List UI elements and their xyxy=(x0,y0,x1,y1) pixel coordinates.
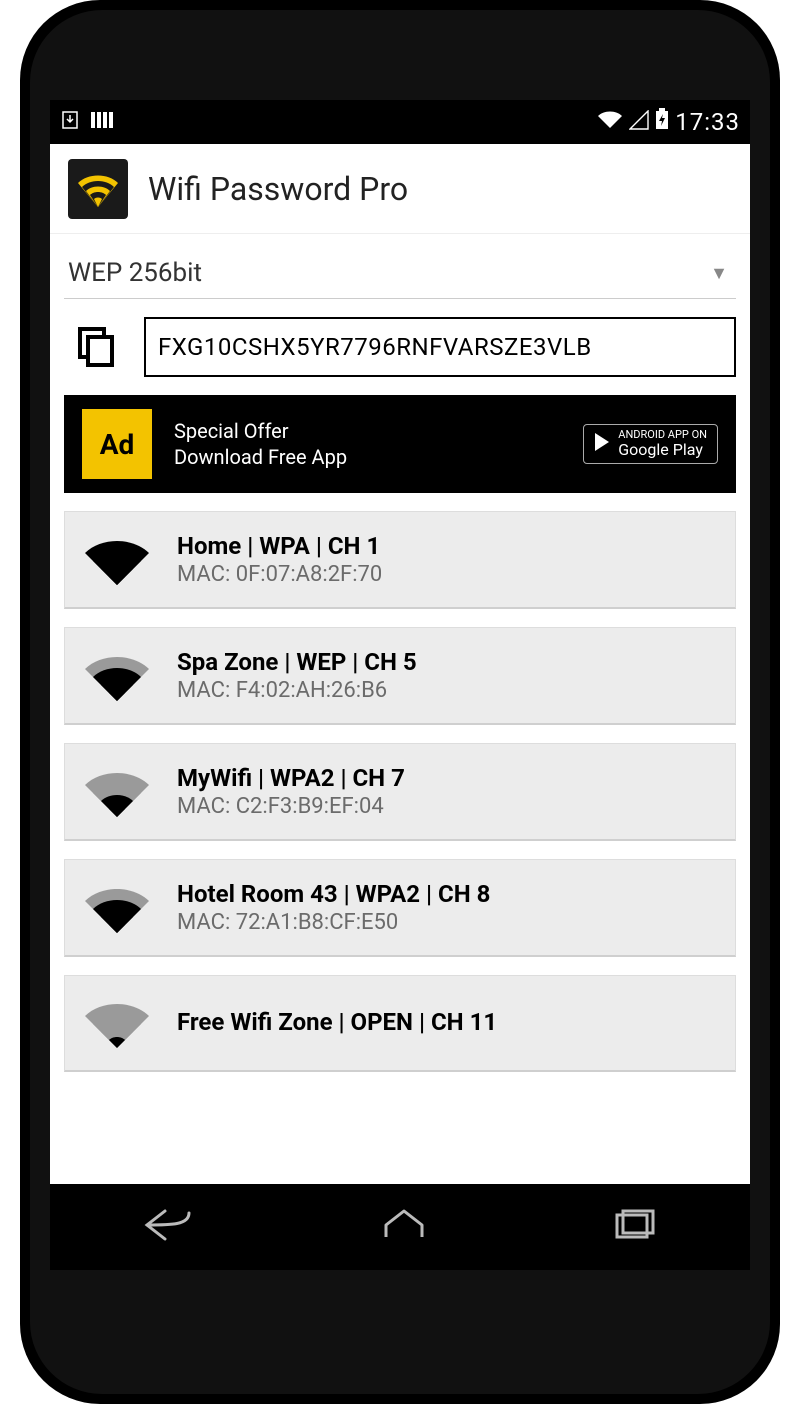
wifi-item-title: Free Wifi Zone | OPEN | CH 11 xyxy=(177,1008,497,1036)
password-row xyxy=(64,317,736,377)
battery-charging-icon xyxy=(655,108,669,136)
download-icon xyxy=(60,108,80,136)
home-button[interactable] xyxy=(380,1207,428,1247)
back-button[interactable] xyxy=(141,1207,197,1247)
ad-line2: Download Free App xyxy=(174,444,347,470)
wifi-item[interactable]: MyWifi | WPA2 | CH 7 MAC: C2:F3:B9:EF:04 xyxy=(64,743,736,841)
wifi-item-title: Home | WPA | CH 1 xyxy=(177,532,382,560)
wifi-signal-icon xyxy=(83,533,151,587)
ad-badge: Ad xyxy=(82,409,152,479)
wifi-item[interactable]: Spa Zone | WEP | CH 5 MAC: F4:02:AH:26:B… xyxy=(64,627,736,725)
wifi-list[interactable]: Home | WPA | CH 1 MAC: 0F:07:A8:2F:70 Sp… xyxy=(64,511,736,1072)
wifi-item-title: Spa Zone | WEP | CH 5 xyxy=(177,648,417,676)
wifi-item-text: Home | WPA | CH 1 MAC: 0F:07:A8:2F:70 xyxy=(177,532,382,587)
wifi-signal-icon xyxy=(83,765,151,819)
ad-line1: Special Offer xyxy=(174,418,347,444)
wifi-signal-icon xyxy=(83,881,151,935)
nav-bar xyxy=(50,1184,750,1270)
wifi-item-mac: MAC: F4:02:AH:26:B6 xyxy=(177,678,417,703)
play-icon xyxy=(594,432,612,455)
wifi-item-text: Free Wifi Zone | OPEN | CH 11 xyxy=(177,1008,497,1038)
wifi-signal-icon xyxy=(83,996,151,1050)
cell-signal-icon xyxy=(629,108,649,136)
password-field[interactable] xyxy=(144,317,736,377)
google-play-badge: ANDROID APP ON Google Play xyxy=(583,424,718,464)
wifi-signal-icon xyxy=(83,649,151,703)
wifi-item-title: Hotel Room 43 | WPA2 | CH 8 xyxy=(177,880,490,908)
wifi-status-icon xyxy=(597,108,623,136)
wifi-item-text: Hotel Room 43 | WPA2 | CH 8 MAC: 72:A1:B… xyxy=(177,880,490,935)
encryption-dropdown[interactable]: WEP 256bit ▼ xyxy=(64,248,736,299)
status-right: 17:33 xyxy=(597,108,740,136)
ad-banner[interactable]: Ad Special Offer Download Free App ANDRO… xyxy=(64,395,736,493)
screen: 17:33 Wifi Password Pro xyxy=(50,100,750,1270)
phone-inner: 17:33 Wifi Password Pro xyxy=(30,10,770,1394)
status-left xyxy=(60,108,114,136)
app-bar: Wifi Password Pro xyxy=(50,144,750,234)
store-big: Google Play xyxy=(618,441,707,459)
copy-button[interactable] xyxy=(64,317,128,377)
app-title: Wifi Password Pro xyxy=(148,170,408,208)
recents-button[interactable] xyxy=(611,1207,659,1247)
wifi-item-text: MyWifi | WPA2 | CH 7 MAC: C2:F3:B9:EF:04 xyxy=(177,764,405,819)
bars-icon xyxy=(90,108,114,136)
wifi-item-title: MyWifi | WPA2 | CH 7 xyxy=(177,764,405,792)
phone-frame: 17:33 Wifi Password Pro xyxy=(20,0,780,1404)
wifi-item[interactable]: Free Wifi Zone | OPEN | CH 11 xyxy=(64,975,736,1072)
content: WEP 256bit ▼ Ad Special Offer xyxy=(50,234,750,1184)
status-bar: 17:33 xyxy=(50,100,750,144)
status-time: 17:33 xyxy=(675,108,740,136)
wifi-item[interactable]: Hotel Room 43 | WPA2 | CH 8 MAC: 72:A1:B… xyxy=(64,859,736,957)
app-icon xyxy=(68,159,128,219)
wifi-item-text: Spa Zone | WEP | CH 5 MAC: F4:02:AH:26:B… xyxy=(177,648,417,703)
wifi-item-mac: MAC: C2:F3:B9:EF:04 xyxy=(177,794,405,819)
encryption-selected: WEP 256bit xyxy=(68,258,202,288)
chevron-down-icon: ▼ xyxy=(710,263,728,284)
wifi-item-mac: MAC: 0F:07:A8:2F:70 xyxy=(177,562,382,587)
wifi-item-mac: MAC: 72:A1:B8:CF:E50 xyxy=(177,910,490,935)
copy-icon xyxy=(74,325,118,369)
ad-text: Special Offer Download Free App xyxy=(174,418,347,470)
wifi-item[interactable]: Home | WPA | CH 1 MAC: 0F:07:A8:2F:70 xyxy=(64,511,736,609)
